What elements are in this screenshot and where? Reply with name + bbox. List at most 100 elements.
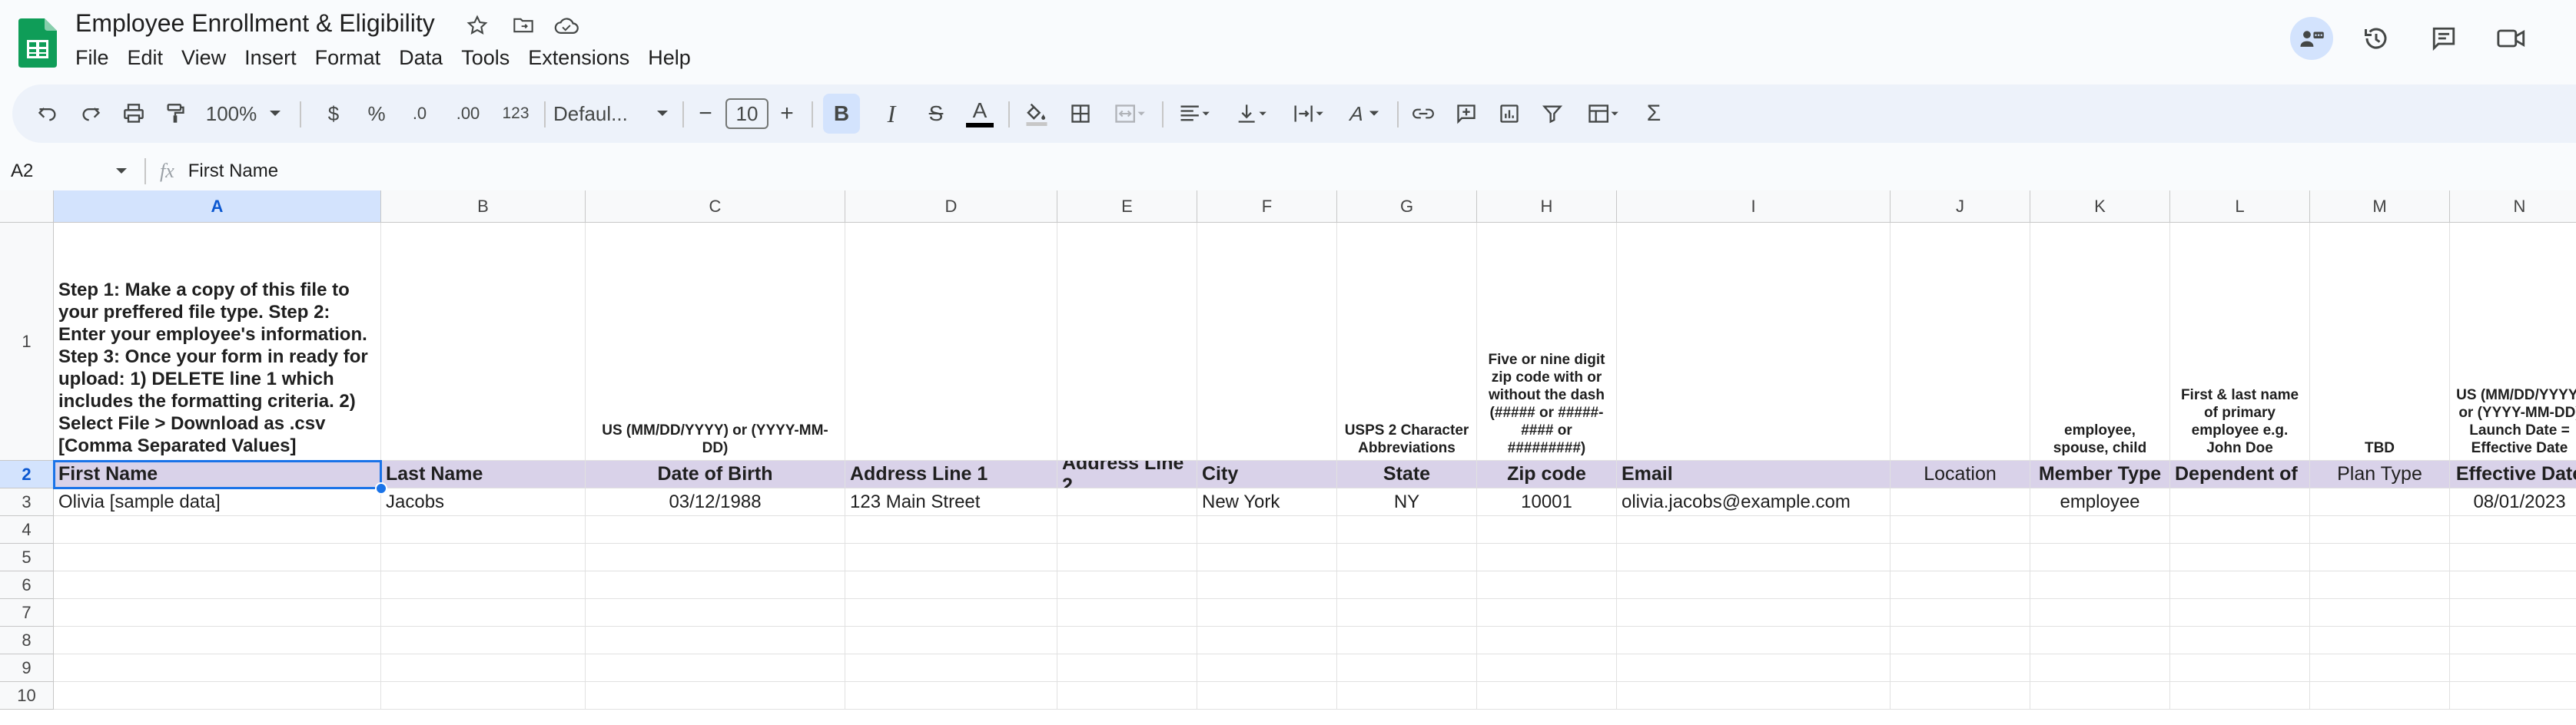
strikethrough-button[interactable]: S	[919, 84, 953, 143]
vertical-align-icon[interactable]	[1228, 84, 1274, 143]
empty-cell[interactable]	[1891, 571, 2030, 599]
header-cell-m[interactable]: Plan Type	[2310, 461, 2450, 488]
functions-button[interactable]: Σ	[1637, 84, 1671, 143]
empty-cell[interactable]	[2170, 571, 2310, 599]
empty-cell[interactable]	[1337, 627, 1477, 654]
merge-cells-icon[interactable]	[1107, 84, 1153, 143]
empty-cell[interactable]	[1891, 627, 2030, 654]
empty-cell[interactable]	[1057, 682, 1197, 710]
empty-cell[interactable]	[381, 682, 586, 710]
empty-cell[interactable]	[2450, 544, 2576, 571]
header-cell-e[interactable]: Address Line 2	[1057, 461, 1197, 488]
empty-cell[interactable]	[845, 682, 1057, 710]
empty-cell[interactable]	[2030, 599, 2170, 627]
menu-view[interactable]: View	[172, 43, 235, 74]
name-box-dropdown-icon[interactable]	[115, 167, 128, 175]
empty-cell[interactable]	[1891, 599, 2030, 627]
empty-cell[interactable]	[1337, 654, 1477, 682]
number-format-button[interactable]: 123	[496, 84, 535, 143]
empty-cell[interactable]	[1477, 627, 1617, 654]
empty-cell[interactable]	[2310, 544, 2450, 571]
italic-button[interactable]: I	[875, 84, 908, 143]
column-header-e[interactable]: E	[1057, 190, 1197, 223]
header-cell-i[interactable]: Email	[1617, 461, 1891, 488]
menu-help[interactable]: Help	[639, 43, 700, 74]
empty-cell[interactable]	[2170, 544, 2310, 571]
empty-cell[interactable]	[2030, 571, 2170, 599]
data-cell-h3[interactable]: 10001	[1477, 488, 1617, 516]
empty-cell[interactable]	[1057, 654, 1197, 682]
data-cell-c3[interactable]: 03/12/1988	[586, 488, 845, 516]
undo-icon[interactable]	[31, 84, 65, 143]
data-cell-f3[interactable]: New York	[1197, 488, 1337, 516]
text-color-button[interactable]: A	[962, 84, 998, 143]
empty-cell[interactable]	[586, 682, 845, 710]
empty-cell[interactable]	[2170, 654, 2310, 682]
instruction-cell-d[interactable]	[845, 223, 1057, 461]
empty-cell[interactable]	[1057, 627, 1197, 654]
empty-cell[interactable]	[1197, 544, 1337, 571]
select-all-corner[interactable]	[0, 190, 54, 223]
row-header-3[interactable]: 3	[0, 488, 54, 516]
empty-cell[interactable]	[2170, 627, 2310, 654]
filter-icon[interactable]	[1535, 84, 1569, 143]
sheets-logo-icon[interactable]	[18, 18, 57, 68]
empty-cell[interactable]	[586, 516, 845, 544]
empty-cell[interactable]	[54, 682, 381, 710]
row-header-8[interactable]: 8	[0, 627, 54, 654]
row-header-2[interactable]: 2	[0, 461, 54, 488]
empty-cell[interactable]	[1337, 544, 1477, 571]
redo-icon[interactable]	[74, 84, 108, 143]
empty-cell[interactable]	[1477, 544, 1617, 571]
empty-cell[interactable]	[2310, 682, 2450, 710]
empty-cell[interactable]	[586, 654, 845, 682]
move-folder-icon[interactable]	[510, 12, 536, 38]
empty-cell[interactable]	[2170, 516, 2310, 544]
empty-cell[interactable]	[2450, 654, 2576, 682]
column-header-j[interactable]: J	[1891, 190, 2030, 223]
print-icon[interactable]	[117, 84, 151, 143]
empty-cell[interactable]	[1197, 627, 1337, 654]
data-cell-g3[interactable]: NY	[1337, 488, 1477, 516]
column-header-k[interactable]: K	[2030, 190, 2170, 223]
row-header-9[interactable]: 9	[0, 654, 54, 682]
empty-cell[interactable]	[1891, 544, 2030, 571]
name-box[interactable]: A2	[0, 151, 138, 192]
row-header-7[interactable]: 7	[0, 599, 54, 627]
selection-fill-handle[interactable]	[375, 482, 387, 495]
empty-cell[interactable]	[2030, 682, 2170, 710]
bold-button[interactable]: B	[822, 84, 861, 143]
menu-data[interactable]: Data	[390, 43, 452, 74]
data-cell-d3[interactable]: 123 Main Street	[845, 488, 1057, 516]
menu-extensions[interactable]: Extensions	[519, 43, 639, 74]
instruction-cell-h[interactable]: Five or nine digit zip code with or with…	[1477, 223, 1617, 461]
empty-cell[interactable]	[586, 571, 845, 599]
empty-cell[interactable]	[2310, 599, 2450, 627]
empty-cell[interactable]	[845, 516, 1057, 544]
empty-cell[interactable]	[1617, 544, 1891, 571]
data-cell-l3[interactable]	[2170, 488, 2310, 516]
empty-cell[interactable]	[1477, 571, 1617, 599]
column-header-d[interactable]: D	[845, 190, 1057, 223]
empty-cell[interactable]	[2310, 654, 2450, 682]
zoom-select[interactable]: 100%	[204, 84, 258, 143]
empty-cell[interactable]	[586, 627, 845, 654]
empty-cell[interactable]	[1617, 627, 1891, 654]
zoom-dropdown-icon[interactable]	[266, 84, 284, 143]
data-cell-j3[interactable]	[1891, 488, 2030, 516]
empty-cell[interactable]	[845, 571, 1057, 599]
cloud-saved-icon[interactable]	[553, 12, 579, 38]
text-rotation-button[interactable]: A	[1342, 84, 1388, 143]
empty-cell[interactable]	[1477, 682, 1617, 710]
empty-cell[interactable]	[1337, 571, 1477, 599]
insert-chart-icon[interactable]	[1492, 84, 1526, 143]
row-header-10[interactable]: 10	[0, 682, 54, 710]
meet-video-icon[interactable]	[2490, 17, 2533, 60]
column-header-n[interactable]: N	[2450, 190, 2576, 223]
fill-color-icon[interactable]	[1019, 84, 1054, 143]
instruction-cell-l[interactable]: First & last name of primary employee e.…	[2170, 223, 2310, 461]
empty-cell[interactable]	[1617, 654, 1891, 682]
empty-cell[interactable]	[1477, 516, 1617, 544]
decrease-decimal-button[interactable]: .0	[403, 84, 437, 143]
version-history-icon[interactable]	[2355, 17, 2398, 60]
